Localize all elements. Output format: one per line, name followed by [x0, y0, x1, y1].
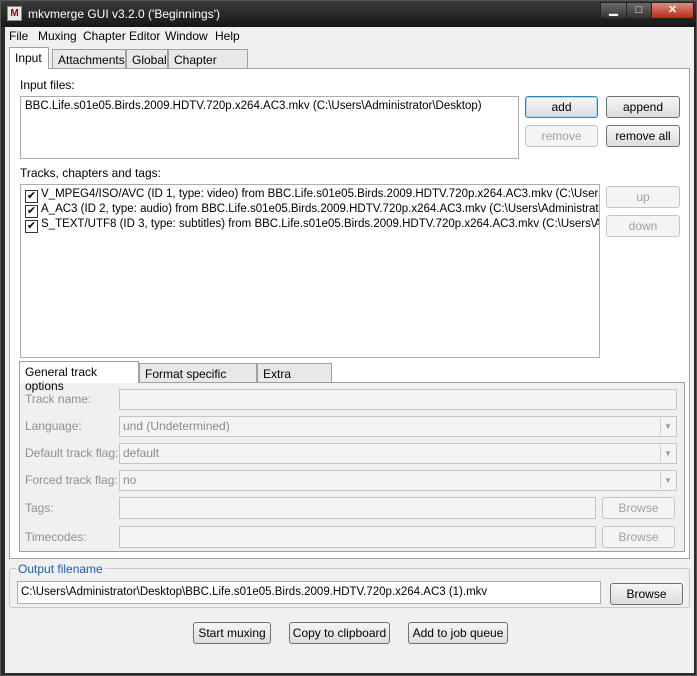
tab-extra-options[interactable]: Extra options — [257, 363, 332, 395]
minimize-button[interactable]: ▁ — [600, 2, 627, 19]
menu-chapter-editor[interactable]: Chapter Editor — [83, 29, 160, 43]
track-checkbox[interactable]: ✔ — [25, 190, 38, 203]
tags-browse-button[interactable]: Browse — [602, 497, 675, 519]
start-muxing-button[interactable]: Start muxing — [193, 622, 271, 644]
track-name-label: Track name: — [25, 392, 92, 406]
input-files-list[interactable]: BBC.Life.s01e05.Birds.2009.HDTV.720p.x26… — [20, 96, 519, 159]
output-browse-button[interactable]: Browse — [610, 583, 683, 605]
track-row[interactable]: ✔ A_AC3 (ID 2, type: audio) from BBC.Life… — [25, 203, 600, 219]
tracks-label: Tracks, chapters and tags: — [20, 166, 161, 180]
default-track-flag-value: default — [123, 446, 160, 460]
tab-chapter-editor[interactable]: Chapter Editor — [168, 49, 248, 81]
maximize-button[interactable]: □ — [626, 2, 652, 19]
tracks-list[interactable]: ✔ V_MPEG4/ISO/AVC (ID 1, type: video) fro… — [20, 184, 600, 358]
timecodes-input[interactable] — [119, 526, 596, 548]
mkvmerge-app-icon: M — [7, 6, 22, 21]
title-bar[interactable]: M mkvmerge GUI v3.2.0 ('Beginnings') ▁ □… — [1, 1, 696, 27]
forced-track-flag-label: Forced track flag: — [25, 473, 118, 487]
track-label: A_AC3 (ID 2, type: audio) from BBC.Life.… — [41, 203, 600, 215]
chevron-down-icon: ▼ — [660, 418, 675, 435]
timecodes-label: Timecodes: — [25, 530, 87, 544]
track-label: S_TEXT/UTF8 (ID 3, type: subtitles) from… — [41, 218, 599, 230]
chevron-down-icon: ▼ — [660, 445, 675, 462]
menu-file[interactable]: File — [9, 29, 28, 43]
track-row[interactable]: ✔ S_TEXT/UTF8 (ID 3, type: subtitles) fro… — [25, 218, 599, 234]
input-file-item[interactable]: BBC.Life.s01e05.Birds.2009.HDTV.720p.x26… — [25, 100, 482, 112]
tab-format-specific-options[interactable]: Format specific options — [139, 363, 257, 395]
client-area: File Muxing Chapter Editor Window Help I… — [5, 27, 694, 673]
output-filename-input[interactable]: C:\Users\Administrator\Desktop\BBC.Life.… — [17, 581, 601, 604]
tab-input[interactable]: Input — [9, 47, 49, 69]
language-select[interactable]: und (Undetermined) ▼ — [119, 416, 677, 437]
default-track-flag-select[interactable]: default ▼ — [119, 443, 677, 464]
default-track-flag-label: Default track flag: — [25, 446, 119, 460]
output-filename-label: Output filename — [16, 562, 105, 576]
tags-input[interactable] — [119, 497, 596, 519]
tags-label: Tags: — [25, 501, 54, 515]
window-title: mkvmerge GUI v3.2.0 ('Beginnings') — [28, 7, 220, 21]
forced-track-flag-select[interactable]: no ▼ — [119, 470, 677, 491]
track-row[interactable]: ✔ V_MPEG4/ISO/AVC (ID 1, type: video) fro… — [25, 188, 599, 204]
remove-all-button[interactable]: remove all — [606, 125, 680, 147]
input-files-label: Input files: — [20, 78, 75, 92]
add-button[interactable]: add — [525, 96, 598, 118]
tab-general-track-options[interactable]: General track options — [19, 361, 139, 393]
tab-attachments[interactable]: Attachments — [52, 49, 126, 69]
menu-help[interactable]: Help — [215, 29, 240, 43]
track-label: V_MPEG4/ISO/AVC (ID 1, type: video) from… — [41, 188, 599, 200]
menu-bar: File Muxing Chapter Editor Window Help — [5, 27, 694, 47]
track-checkbox[interactable]: ✔ — [25, 205, 38, 218]
menu-muxing[interactable]: Muxing — [38, 29, 77, 43]
forced-track-flag-value: no — [123, 473, 137, 487]
tab-global[interactable]: Global — [126, 49, 168, 69]
track-name-input[interactable] — [119, 389, 677, 410]
menu-window[interactable]: Window — [165, 29, 208, 43]
language-label: Language: — [25, 419, 82, 433]
up-button[interactable]: up — [606, 186, 680, 208]
timecodes-browse-button[interactable]: Browse — [602, 526, 675, 548]
close-button[interactable]: ✕ — [651, 2, 694, 19]
down-button[interactable]: down — [606, 215, 680, 237]
general-track-options-panel: Track name: Language: und (Undetermined)… — [19, 382, 685, 552]
track-checkbox[interactable]: ✔ — [25, 220, 38, 233]
input-tab-panel: Input files: BBC.Life.s01e05.Birds.2009.… — [9, 68, 690, 559]
language-value: und (Undetermined) — [123, 419, 230, 433]
add-to-job-queue-button[interactable]: Add to job queue — [408, 622, 508, 644]
application-window: M mkvmerge GUI v3.2.0 ('Beginnings') ▁ □… — [0, 0, 697, 676]
append-button[interactable]: append — [606, 96, 680, 118]
chevron-down-icon: ▼ — [660, 472, 675, 489]
copy-to-clipboard-button[interactable]: Copy to clipboard — [289, 622, 390, 644]
remove-button[interactable]: remove — [525, 125, 598, 147]
